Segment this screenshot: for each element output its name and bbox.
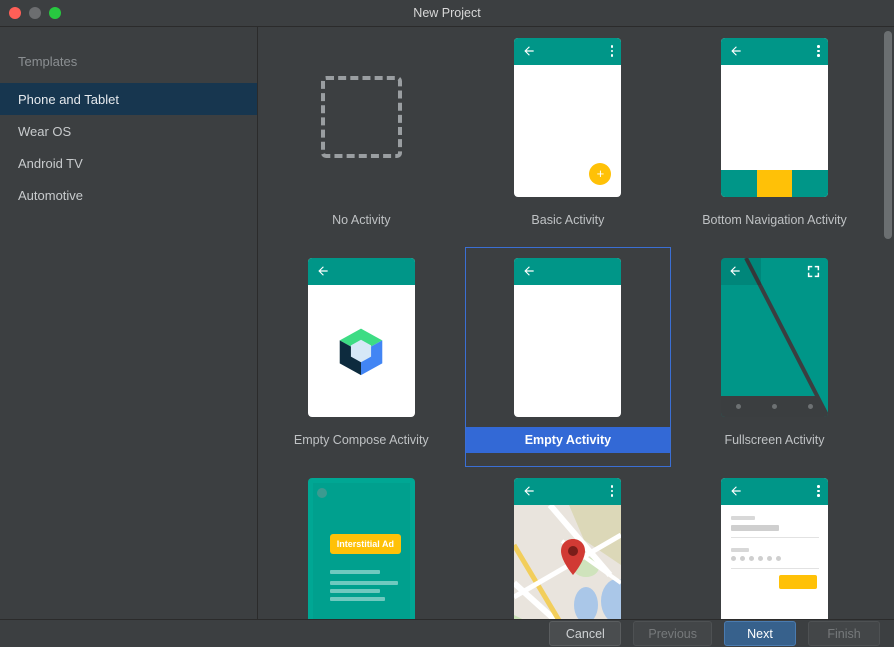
- template-label: Fullscreen Activity: [724, 433, 825, 447]
- password-field-underline: [730, 567, 819, 569]
- overflow-menu-icon: [817, 45, 820, 57]
- previous-button[interactable]: Previous: [633, 621, 712, 646]
- template-card-empty-compose-activity[interactable]: Empty Compose Activity: [258, 247, 465, 467]
- placeholder-line: [329, 580, 398, 585]
- template-label: Empty Activity: [464, 427, 672, 453]
- compose-logo-wrap: [308, 285, 415, 417]
- templates-sidebar: Templates Phone and Tablet Wear OS Andro…: [0, 27, 258, 619]
- next-button[interactable]: Next: [724, 621, 796, 646]
- app-bar: [514, 477, 622, 505]
- placeholder-line: [329, 596, 385, 601]
- overflow-menu-icon: [610, 485, 614, 497]
- app-bar: [514, 37, 622, 65]
- password-field-label: [730, 547, 749, 552]
- sidebar-item-phone-and-tablet[interactable]: Phone and Tablet: [0, 83, 257, 115]
- templates-grid: No Activity + Basic Activity Bottom Navi…: [258, 27, 878, 619]
- back-arrow-icon: [731, 486, 741, 496]
- template-thumbnail: [320, 27, 402, 207]
- app-bar: [720, 477, 828, 505]
- app-bar: [720, 257, 828, 285]
- template-card-basic-activity[interactable]: + Basic Activity: [465, 27, 672, 247]
- bottom-navigation-bar: [720, 169, 828, 197]
- window-title: New Project: [413, 6, 481, 20]
- back-arrow-icon: [524, 266, 535, 276]
- back-arrow-icon: [524, 46, 535, 56]
- template-card-fullscreen-activity[interactable]: Fullscreen Activity: [671, 247, 878, 467]
- app-bar: [307, 257, 415, 285]
- template-card-no-activity[interactable]: No Activity: [258, 27, 465, 247]
- template-label: Empty Compose Activity: [293, 433, 429, 447]
- template-thumbnail: Interstitial Ad: [307, 467, 415, 619]
- scrollbar-thumb[interactable]: [884, 31, 892, 239]
- sidebar-item-label: Automotive: [18, 187, 84, 203]
- bottom-nav-tab: [720, 169, 757, 197]
- template-card-bottom-navigation-activity[interactable]: Bottom Navigation Activity: [671, 27, 878, 247]
- app-bar: [720, 37, 828, 65]
- finish-button[interactable]: Finish: [808, 621, 880, 646]
- sidebar-item-label: Wear OS: [18, 123, 72, 139]
- overflow-menu-icon: [817, 485, 820, 497]
- template-thumbnail: [514, 247, 622, 427]
- cancel-button[interactable]: Cancel: [549, 621, 622, 646]
- phone-preview: Interstitial Ad: [307, 477, 415, 619]
- floating-action-button-icon: +: [589, 162, 612, 185]
- sign-in-button-preview: [778, 574, 817, 589]
- bottom-nav-tab: [792, 169, 828, 197]
- sidebar-item-label: Phone and Tablet: [18, 91, 119, 107]
- username-field-label: [730, 515, 755, 520]
- template-thumbnail: +: [514, 27, 622, 207]
- back-arrow-icon: [524, 486, 535, 496]
- sidebar-item-android-tv[interactable]: Android TV: [0, 147, 257, 179]
- phone-preview: [514, 257, 622, 417]
- sidebar-header: Templates: [18, 53, 78, 69]
- template-thumbnail: [514, 467, 622, 619]
- phone-preview: [720, 477, 828, 619]
- back-arrow-icon: [730, 266, 740, 276]
- dialog-footer: Cancel Previous Next Finish: [0, 619, 894, 647]
- phone-preview: +: [514, 37, 622, 197]
- sidebar-item-wear-os[interactable]: Wear OS: [0, 115, 257, 147]
- avatar-dot-icon: [316, 487, 327, 498]
- template-thumbnail: [720, 27, 828, 207]
- back-arrow-icon: [318, 266, 328, 276]
- template-thumbnail: [307, 247, 415, 427]
- back-arrow-icon: [731, 46, 741, 56]
- phone-preview: [514, 477, 622, 619]
- template-card-google-maps-activity[interactable]: Google Maps Activity: [465, 467, 672, 619]
- templates-panel: No Activity + Basic Activity Bottom Navi…: [258, 27, 894, 619]
- template-card-admob-ads-activity[interactable]: Interstitial Ad Google AdMob Ads Activit…: [258, 467, 465, 619]
- template-label: Bottom Navigation Activity: [702, 213, 847, 227]
- template-thumbnail: [720, 247, 828, 427]
- phone-preview: [720, 37, 828, 197]
- username-field-value: [730, 524, 779, 531]
- template-card-login-activity[interactable]: Login Activity: [671, 467, 878, 619]
- placeholder-line: [329, 569, 380, 574]
- overflow-menu-icon: [610, 45, 614, 57]
- dashed-placeholder-icon: [320, 76, 402, 158]
- phone-preview: [720, 257, 828, 417]
- fullscreen-expand-icon: [807, 265, 820, 277]
- phone-preview: [307, 257, 415, 417]
- template-label: No Activity: [332, 213, 391, 227]
- window-titlebar: New Project: [0, 0, 894, 27]
- bottom-nav-tab-active: [756, 169, 793, 197]
- username-field-underline: [730, 536, 819, 538]
- sidebar-item-automotive[interactable]: Automotive: [0, 179, 257, 211]
- interstitial-ad-badge: Interstitial Ad: [329, 533, 401, 554]
- template-card-empty-activity[interactable]: Empty Activity: [464, 247, 672, 467]
- app-bar: [514, 257, 622, 285]
- password-field-dots: [730, 555, 781, 561]
- sidebar-item-label: Android TV: [18, 155, 83, 171]
- placeholder-line: [329, 588, 380, 593]
- map-preview: [514, 504, 622, 619]
- templates-scrollbar[interactable]: [880, 27, 894, 619]
- template-thumbnail: [720, 467, 828, 619]
- jetpack-compose-logo-icon: [340, 328, 383, 375]
- map-graphic: [514, 504, 622, 619]
- template-label: Basic Activity: [531, 213, 605, 227]
